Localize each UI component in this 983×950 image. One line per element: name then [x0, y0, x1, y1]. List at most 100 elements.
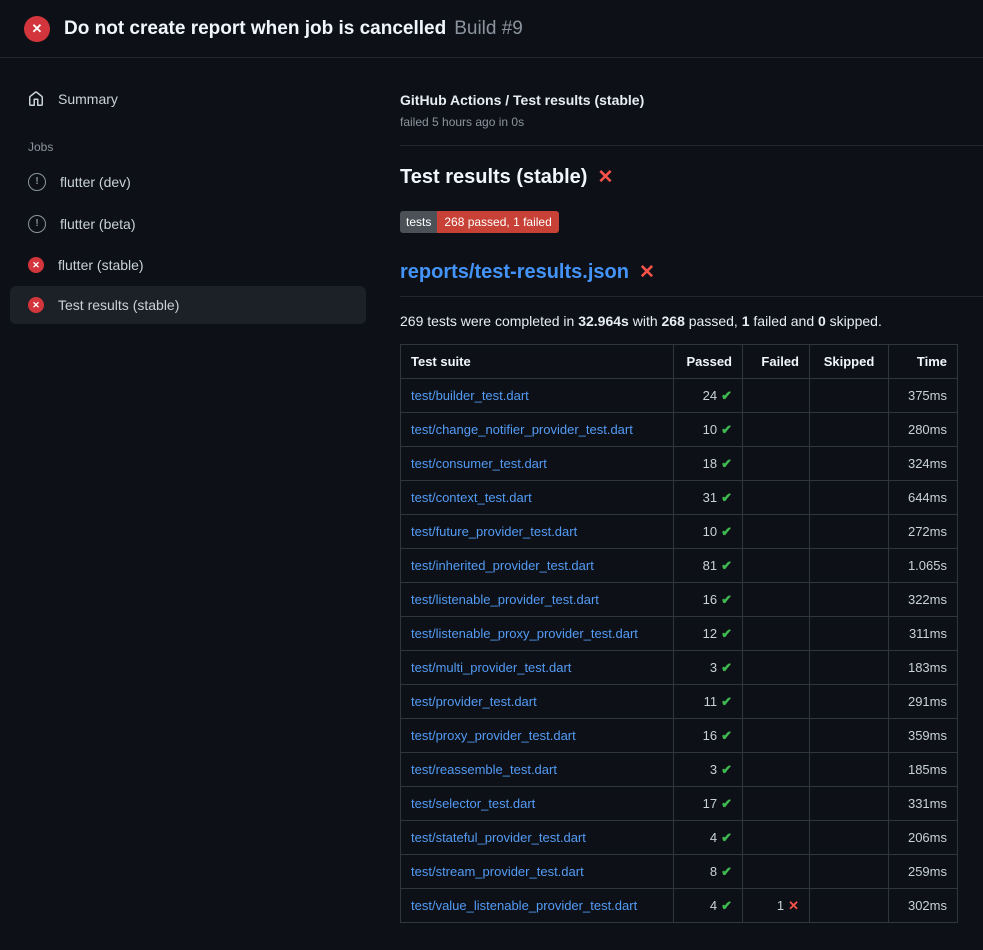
check-icon: ✔	[721, 422, 732, 437]
summary-failed-count: 1	[742, 313, 750, 329]
report-link[interactable]: reports/test-results.json	[400, 261, 629, 284]
check-icon: ✔	[721, 524, 732, 539]
skipped-cell	[810, 685, 889, 719]
test-suite-link[interactable]: test/provider_test.dart	[411, 694, 537, 709]
skipped-cell	[810, 481, 889, 515]
test-suite-link[interactable]: test/proxy_provider_test.dart	[411, 728, 576, 743]
sidebar-item-summary[interactable]: Summary	[10, 80, 366, 118]
test-suite-link[interactable]: test/builder_test.dart	[411, 388, 529, 403]
x-icon: ✕	[788, 898, 799, 913]
job-label: flutter (beta)	[60, 216, 135, 232]
test-suite-link[interactable]: test/future_provider_test.dart	[411, 524, 577, 539]
passed-count: 3	[710, 762, 717, 777]
skipped-cell	[810, 515, 889, 549]
skipped-cell	[810, 447, 889, 481]
time-cell: 359ms	[889, 719, 958, 753]
sidebar-item-job-0[interactable]: !flutter (dev)	[10, 162, 366, 202]
time-cell: 311ms	[889, 617, 958, 651]
test-suite-link[interactable]: test/listenable_provider_test.dart	[411, 592, 599, 607]
table-row: test/stateful_provider_test.dart4✔206ms	[401, 821, 958, 855]
sidebar-item-job-3[interactable]: ✕Test results (stable)	[10, 286, 366, 324]
suite-cell: test/future_provider_test.dart	[401, 515, 674, 549]
suite-cell: test/multi_provider_test.dart	[401, 651, 674, 685]
passed-cell: 24✔	[674, 379, 743, 413]
main-content: GitHub Actions / Test results (stable) f…	[376, 58, 983, 923]
table-row: test/context_test.dart 31 ✔ 644ms	[401, 481, 958, 515]
time-cell: 291ms	[889, 685, 958, 719]
summary-text: 269 tests were completed in	[400, 313, 578, 329]
suite-cell: test/listenable_provider_test.dart	[401, 583, 674, 617]
failed-cell	[743, 379, 810, 413]
passed-cell: 10 ✔	[674, 413, 743, 447]
test-suite-link[interactable]: test/stream_provider_test.dart	[411, 864, 584, 879]
test-suite-link[interactable]: test/stateful_provider_test.dart	[411, 830, 586, 845]
column-header-test-suite: Test suite	[401, 345, 674, 379]
passed-cell: 8✔	[674, 855, 743, 889]
check-icon: ✔	[721, 898, 732, 913]
test-suite-link[interactable]: test/selector_test.dart	[411, 796, 535, 811]
passed-count: 16	[703, 592, 717, 607]
test-suite-link[interactable]: test/value_listenable_provider_test.dart	[411, 898, 637, 913]
suite-cell: test/stream_provider_test.dart	[401, 855, 674, 889]
skipped-cell	[810, 753, 889, 787]
passed-cell: 3✔	[674, 651, 743, 685]
failed-cell	[743, 651, 810, 685]
table-row: test/reassemble_test.dart3✔185ms	[401, 753, 958, 787]
failed-count: 1	[777, 898, 784, 913]
passed-count: 17	[703, 796, 717, 811]
check-icon: ✔	[721, 592, 732, 607]
suite-cell: test/provider_test.dart	[401, 685, 674, 719]
time-cell: 1.065s	[889, 549, 958, 583]
failed-cell	[743, 617, 810, 651]
table-row: test/change_notifier_provider_test.dart 1…	[401, 413, 958, 447]
home-icon	[28, 91, 44, 107]
skipped-cell	[810, 413, 889, 447]
suite-cell: test/context_test.dart	[401, 481, 674, 515]
failed-cell	[743, 583, 810, 617]
test-suite-link[interactable]: test/change_notifier_provider_test.dart	[411, 422, 633, 437]
time-cell: 375ms	[889, 379, 958, 413]
column-header-passed: Passed	[674, 345, 743, 379]
passed-count: 12	[703, 626, 717, 641]
suite-cell: test/builder_test.dart	[401, 379, 674, 413]
failed-cell	[743, 855, 810, 889]
skipped-cell	[810, 617, 889, 651]
sidebar-item-job-1[interactable]: !flutter (beta)	[10, 204, 366, 244]
table-row: test/provider_test.dart 11✔ 291ms	[401, 685, 958, 719]
test-suite-link[interactable]: test/context_test.dart	[411, 490, 532, 505]
failed-cell	[743, 685, 810, 719]
suite-cell: test/value_listenable_provider_test.dart	[401, 889, 674, 923]
column-header-time: Time	[889, 345, 958, 379]
passed-count: 81	[703, 558, 717, 573]
table-row: test/builder_test.dart 24✔ 375ms	[401, 379, 958, 413]
failed-cell	[743, 821, 810, 855]
sidebar-item-job-2[interactable]: ✕flutter (stable)	[10, 246, 366, 284]
summary-passed-count: 268	[662, 313, 685, 329]
test-suite-link[interactable]: test/consumer_test.dart	[411, 456, 547, 471]
test-suite-link[interactable]: test/listenable_proxy_provider_test.dart	[411, 626, 638, 641]
build-title-text: Do not create report when job is cancell…	[64, 18, 446, 39]
check-icon: ✔	[721, 490, 732, 505]
time-cell: 644ms	[889, 481, 958, 515]
failed-cell	[743, 549, 810, 583]
skipped-cell	[810, 651, 889, 685]
job-failed-icon: ✕	[28, 297, 44, 313]
report-title: reports/test-results.json ✕	[400, 261, 983, 297]
suite-cell: test/proxy_provider_test.dart	[401, 719, 674, 753]
time-cell: 272ms	[889, 515, 958, 549]
passed-count: 11	[704, 694, 718, 709]
section-title: Test results (stable) ✕	[400, 166, 983, 189]
test-suite-link[interactable]: test/reassemble_test.dart	[411, 762, 557, 777]
skipped-cell	[810, 719, 889, 753]
passed-count: 18	[703, 456, 717, 471]
suite-cell: test/selector_test.dart	[401, 787, 674, 821]
passed-count: 10	[703, 422, 717, 437]
check-icon: ✔	[721, 694, 732, 709]
summary-skipped-count: 0	[818, 313, 826, 329]
time-cell: 183ms	[889, 651, 958, 685]
time-cell: 206ms	[889, 821, 958, 855]
test-suite-link[interactable]: test/multi_provider_test.dart	[411, 660, 571, 675]
passed-count: 31	[703, 490, 717, 505]
test-suite-link[interactable]: test/inherited_provider_test.dart	[411, 558, 594, 573]
suite-cell: test/change_notifier_provider_test.dart	[401, 413, 674, 447]
